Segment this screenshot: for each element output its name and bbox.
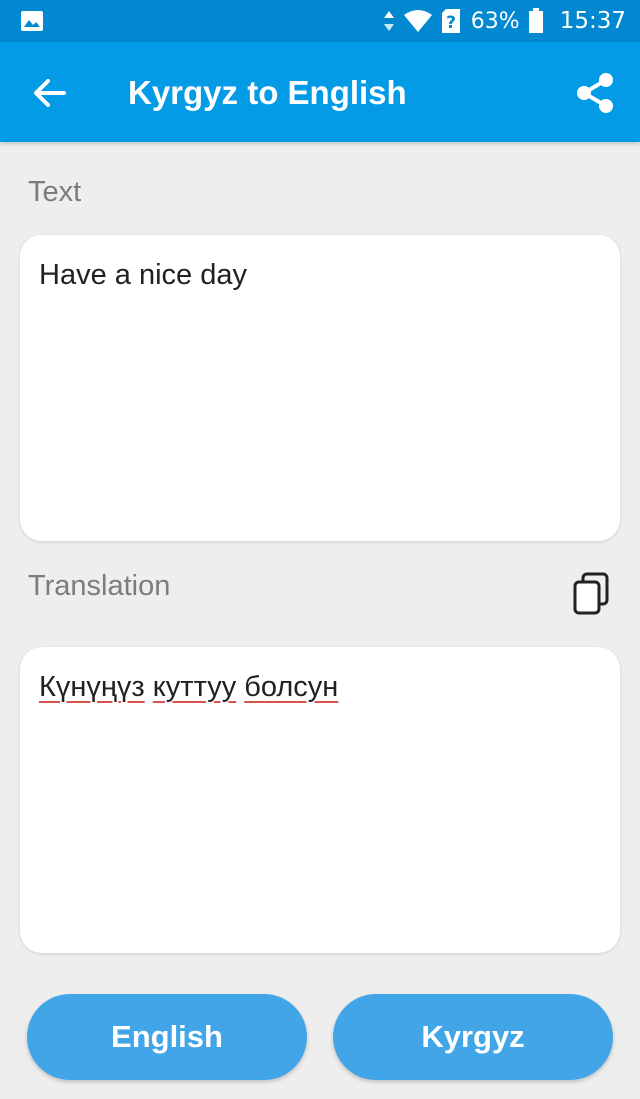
text-label: Text (28, 176, 82, 208)
source-text-value[interactable]: Have a nice day (39, 259, 247, 292)
target-language-button[interactable]: Kyrgyz (333, 994, 613, 1080)
clock: 15:37 (559, 8, 626, 34)
page-title: Kyrgyz to English (128, 74, 407, 111)
wifi-icon (403, 10, 432, 32)
arrow-back-icon[interactable] (28, 72, 70, 114)
translation-label: Translation (28, 570, 171, 602)
app-bar: Kyrgyz to English (0, 42, 640, 142)
translation-word: Күнүңүз (39, 671, 145, 703)
translation-text: Күнүңүз куттуу болсун (39, 671, 338, 704)
gallery-icon (21, 11, 43, 31)
copy-icon[interactable] (572, 572, 610, 616)
share-icon[interactable] (572, 70, 618, 116)
translation-output[interactable]: Күнүңүз куттуу болсун (20, 647, 620, 953)
svg-text:?: ? (446, 13, 456, 33)
data-arrows-icon (383, 11, 394, 31)
battery-percent: 63% (470, 8, 520, 34)
translation-word: болсун (244, 671, 339, 703)
status-bar: ? 63% 15:37 (0, 0, 640, 42)
source-text-field[interactable]: Have a nice day (20, 235, 620, 541)
translation-word: куттуу (152, 671, 237, 703)
battery-icon (528, 8, 543, 33)
sim-unknown-icon: ? (441, 9, 460, 33)
source-language-button[interactable]: English (27, 994, 307, 1080)
